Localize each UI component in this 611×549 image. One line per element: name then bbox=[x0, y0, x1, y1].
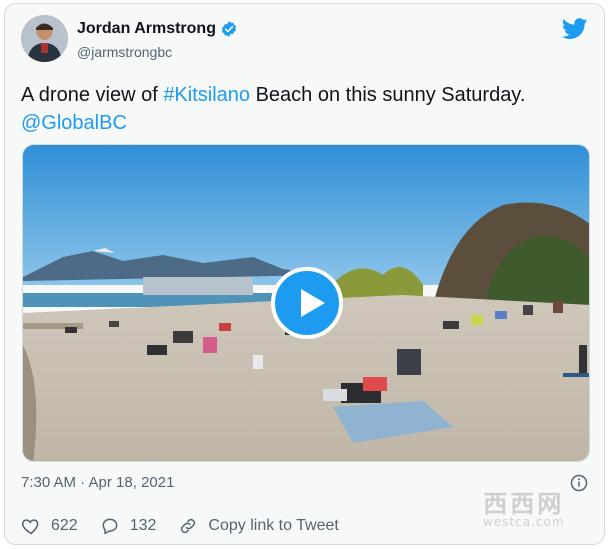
like-count: 622 bbox=[51, 517, 78, 534]
play-icon[interactable] bbox=[271, 267, 343, 339]
tweet-card[interactable]: Jordan Armstrong @jarmstrongbc A drone v… bbox=[4, 3, 605, 545]
reply-button[interactable]: 132 bbox=[100, 516, 157, 536]
info-icon[interactable] bbox=[570, 474, 588, 492]
watermark-site: westca.com bbox=[483, 515, 565, 529]
author-handle[interactable]: @jarmstrongbc bbox=[77, 44, 172, 60]
tweet-text-before: A drone view of bbox=[21, 84, 164, 106]
mention-link[interactable]: @GlobalBC bbox=[21, 112, 127, 134]
tweet-text-after: Beach on this sunny Saturday. bbox=[250, 84, 526, 106]
like-button[interactable]: 622 bbox=[21, 516, 78, 536]
copy-link-button[interactable]: Copy link to Tweet bbox=[178, 516, 339, 536]
link-icon bbox=[181, 518, 196, 534]
reply-icon bbox=[102, 518, 118, 535]
verified-badge-icon bbox=[220, 20, 238, 38]
heart-icon bbox=[21, 519, 39, 535]
watermark: 西西网 westca.com bbox=[483, 492, 565, 528]
watermark-text: 西西网 bbox=[483, 490, 565, 518]
author-name[interactable]: Jordan Armstrong bbox=[77, 20, 216, 38]
hashtag-link[interactable]: #Kitsilano bbox=[163, 84, 250, 106]
tweet-timestamp[interactable]: 7:30 AM · Apr 18, 2021 bbox=[21, 474, 174, 491]
twitter-bird-icon[interactable] bbox=[561, 18, 588, 40]
reply-count: 132 bbox=[129, 517, 157, 534]
copy-link-label: Copy link to Tweet bbox=[208, 517, 339, 534]
avatar[interactable] bbox=[21, 15, 68, 62]
video-player[interactable] bbox=[22, 144, 590, 462]
tweet-text: A drone view of #Kitsilano Beach on this… bbox=[21, 81, 591, 137]
action-bar: 622 132 Copy link to Tweet bbox=[21, 516, 361, 536]
